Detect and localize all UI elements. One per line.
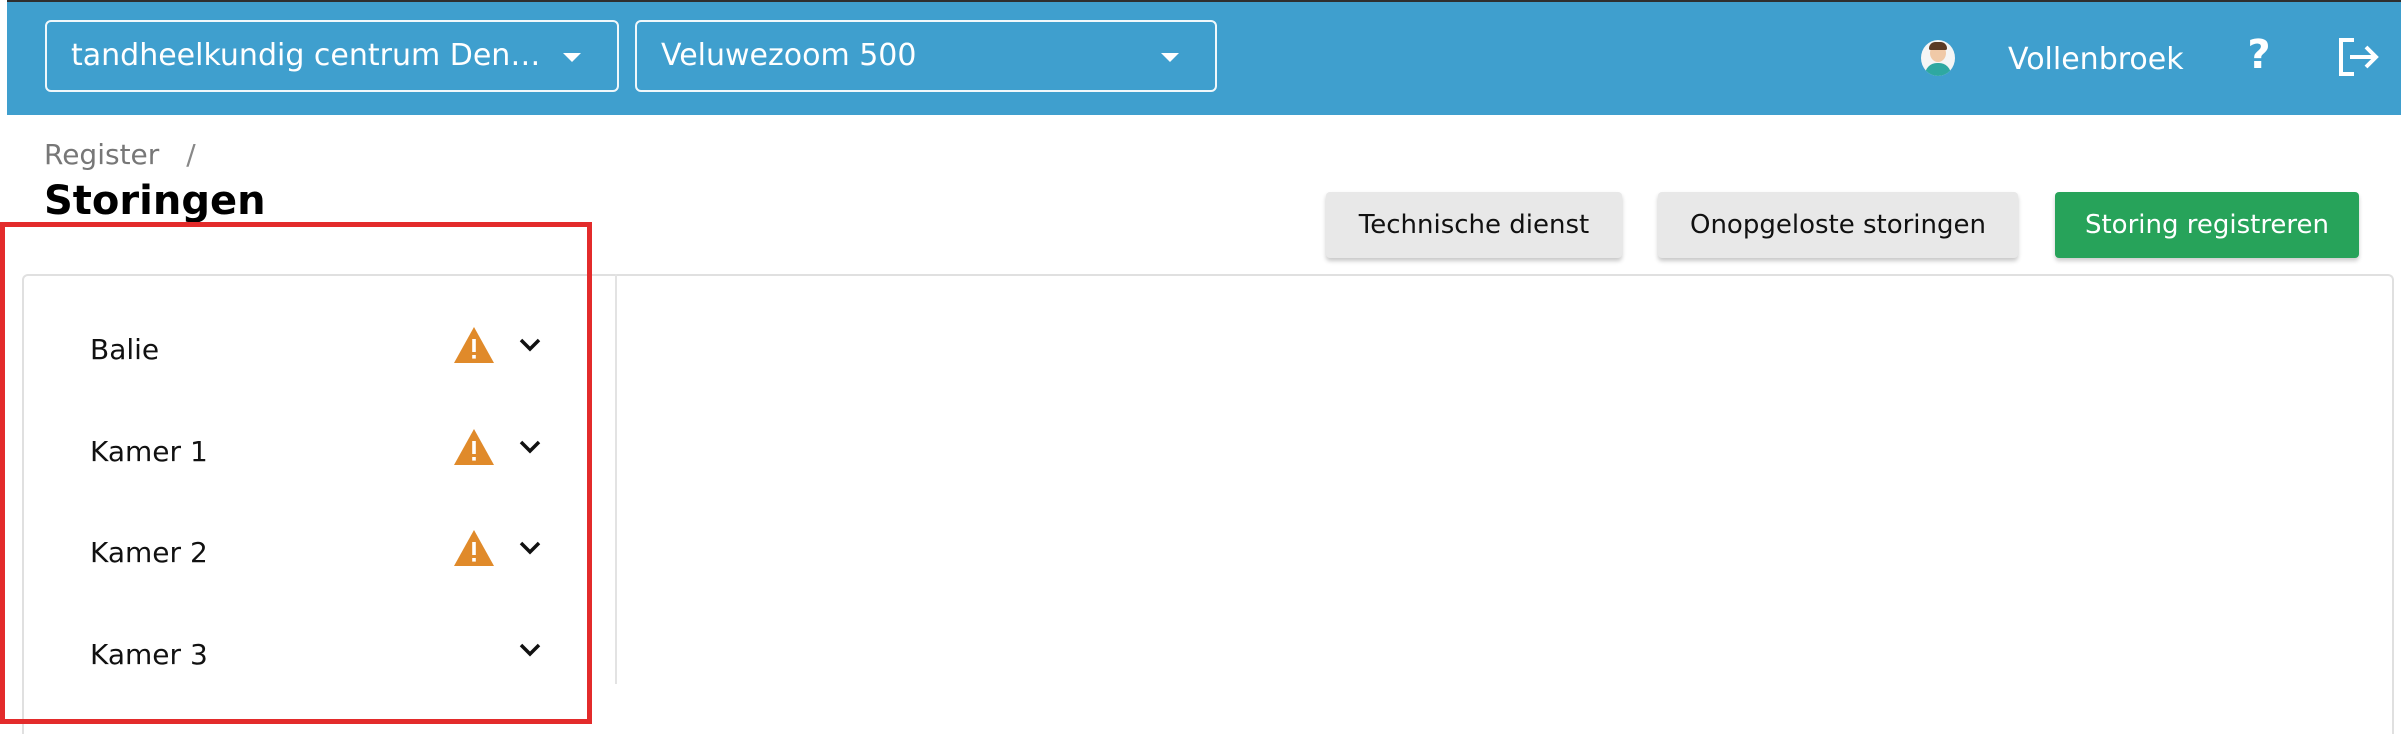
caret-down-icon [1161, 53, 1179, 62]
practice-select[interactable]: tandheelkundig centrum Dentaal [45, 20, 619, 92]
panel-divider [615, 274, 617, 684]
breadcrumb-item-register[interactable]: Register [44, 138, 159, 171]
location-select[interactable]: Veluwezoom 500 [635, 20, 1217, 92]
chevron-down-icon[interactable] [516, 638, 544, 662]
caret-down-icon [563, 53, 581, 62]
warning-icon [454, 530, 494, 566]
room-label: Kamer 1 [90, 435, 208, 468]
room-label: Kamer 2 [90, 536, 208, 569]
warning-icon [454, 327, 494, 363]
register-fault-button[interactable]: Storing registreren [2055, 192, 2359, 258]
room-item-balie[interactable]: Balie [60, 320, 560, 380]
avatar[interactable] [1921, 40, 1955, 76]
chevron-down-icon[interactable] [516, 435, 544, 459]
breadcrumb: Register / [44, 138, 196, 171]
location-select-value: Veluwezoom 500 [661, 38, 917, 73]
technical-service-button[interactable]: Technische dienst [1326, 192, 1622, 258]
room-item-kamer-3[interactable]: Kamer 3 [60, 625, 560, 685]
practice-select-value: tandheelkundig centrum Dentaal [71, 38, 541, 73]
chevron-down-icon[interactable] [516, 333, 544, 357]
help-icon[interactable]: ? [2239, 30, 2279, 80]
room-item-kamer-2[interactable]: Kamer 2 [60, 523, 560, 583]
room-label: Kamer 3 [90, 638, 208, 671]
page-title: Storingen [44, 178, 266, 224]
warning-icon [454, 429, 494, 465]
top-navigation-bar: tandheelkundig centrum Dentaal Veluwezoo… [7, 0, 2401, 115]
room-label: Balie [90, 333, 160, 366]
logout-icon[interactable] [2335, 36, 2381, 78]
user-name[interactable]: Vollenbroek [2008, 40, 2184, 80]
breadcrumb-separator: / [186, 138, 196, 171]
unresolved-faults-button[interactable]: Onopgeloste storingen [1658, 192, 2018, 258]
room-item-kamer-1[interactable]: Kamer 1 [60, 422, 560, 482]
chevron-down-icon[interactable] [516, 536, 544, 560]
